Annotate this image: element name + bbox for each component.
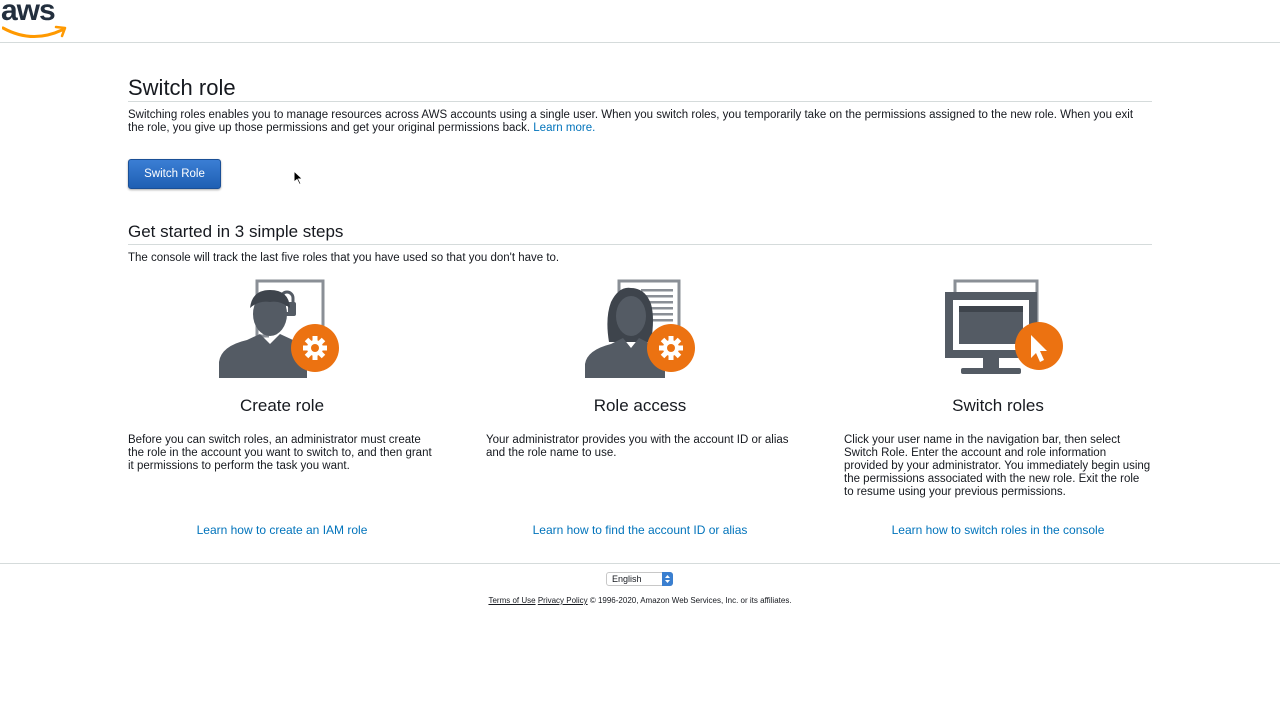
step-title: Switch roles <box>952 396 1044 415</box>
step-title: Role access <box>593 396 687 415</box>
step-description: Before you can switch roles, an administ… <box>128 434 432 472</box>
learn-more-link[interactable]: Learn more. <box>533 122 595 134</box>
intro-text: Switching roles enables you to manage re… <box>128 109 1152 135</box>
step-title: Create role <box>239 396 325 415</box>
copyright-text: © 1996-2020, Amazon Web Services, Inc. o… <box>589 596 792 605</box>
step-switch-roles: Switch roles Click your user name in the… <box>844 278 1152 537</box>
intro-body: Switching roles enables you to manage re… <box>128 109 1134 134</box>
create-iam-role-link[interactable]: Learn how to create an IAM role <box>128 523 436 537</box>
language-selected-value: English <box>612 574 642 584</box>
terms-of-use-link[interactable]: Terms of Use <box>488 596 535 605</box>
step-role-access: Role access Your administrator provides … <box>486 278 794 537</box>
select-arrows-icon <box>662 572 673 586</box>
step-create-role: Create role Before you can switch roles,… <box>128 278 436 537</box>
footer-legal: Terms of Use Privacy Policy © 1996-2020,… <box>0 596 1280 605</box>
top-bar: aws <box>0 0 1280 43</box>
switch-roles-console-link[interactable]: Learn how to switch roles in the console <box>844 523 1152 537</box>
steps-subtitle: The console will track the last five rol… <box>128 252 560 264</box>
language-select[interactable]: English <box>606 572 673 586</box>
step-description: Your administrator provides you with the… <box>486 434 789 459</box>
aws-logo[interactable]: aws <box>0 0 70 42</box>
title-divider <box>128 101 1152 102</box>
steps-divider <box>128 244 1152 245</box>
privacy-policy-link[interactable]: Privacy Policy <box>538 596 588 605</box>
person-lock-gear-icon <box>219 279 339 378</box>
person-document-gear-icon <box>585 279 695 378</box>
footer-divider <box>0 563 1280 564</box>
switch-role-button[interactable]: Switch Role <box>128 159 221 189</box>
mouse-pointer-icon <box>293 170 304 186</box>
find-account-id-link[interactable]: Learn how to find the account ID or alia… <box>486 523 794 537</box>
steps-title: Get started in 3 simple steps <box>128 222 344 241</box>
monitor-cursor-icon <box>945 279 1063 374</box>
page-title: Switch role <box>128 75 236 100</box>
smile-arrow-icon <box>2 25 67 38</box>
step-description: Click your user name in the navigation b… <box>844 434 1151 498</box>
